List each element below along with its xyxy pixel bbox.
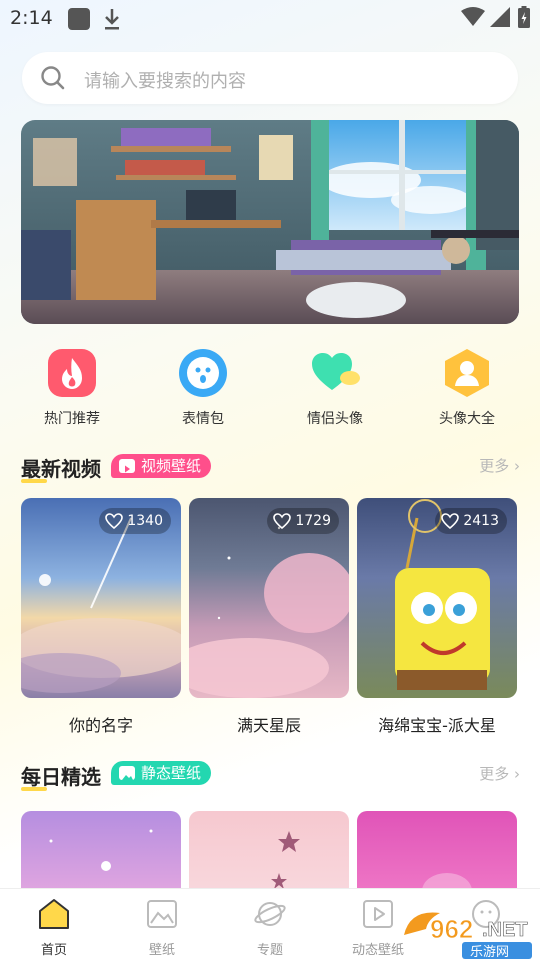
banner-carousel[interactable] xyxy=(21,120,519,324)
badge-label: 视频壁纸 xyxy=(141,457,202,475)
person-hexagon-icon xyxy=(442,348,492,398)
section-title-daily-picks: 每日精选 xyxy=(21,765,101,789)
like-count: 1340 xyxy=(99,508,171,534)
daily-picks-more-link[interactable]: 更多 › xyxy=(479,763,520,784)
heart-outline-icon xyxy=(105,513,124,529)
like-count: 1729 xyxy=(267,508,339,534)
search-input[interactable]: 请输入要搜索的内容 xyxy=(84,67,246,93)
emoji-face-icon xyxy=(178,348,228,398)
chevron-right-icon: › xyxy=(514,457,520,475)
nav-label: 专题 xyxy=(256,943,283,958)
nav-label: 壁纸 xyxy=(148,943,175,958)
category-avatars[interactable]: 头像大全 xyxy=(417,348,517,428)
section-underline xyxy=(21,787,47,791)
home-icon xyxy=(39,899,69,929)
nav-topics[interactable]: 专题 xyxy=(216,889,324,960)
svg-text:.NET: .NET xyxy=(482,919,528,941)
more-label: 更多 xyxy=(479,457,510,475)
nav-wallpaper[interactable]: 壁纸 xyxy=(108,889,216,960)
play-icon xyxy=(119,459,135,473)
chevron-right-icon: › xyxy=(514,765,520,783)
planet-icon xyxy=(254,902,286,926)
category-label: 热门推荐 xyxy=(44,411,100,427)
video-card-title: 你的名字 xyxy=(68,716,133,735)
search-bar[interactable]: 请输入要搜索的内容 xyxy=(22,52,518,104)
svg-text:乐游网: 乐游网 xyxy=(470,945,509,960)
video-card-starry-sky[interactable]: 1729 xyxy=(189,498,349,698)
video-card-title: 海绵宝宝-派大星 xyxy=(378,716,496,735)
category-label: 头像大全 xyxy=(439,411,495,427)
svg-text:962: 962 xyxy=(430,914,473,944)
category-emoji[interactable]: 表情包 xyxy=(153,348,253,428)
video-card-title: 满天星辰 xyxy=(236,716,301,735)
banner-image xyxy=(21,120,519,324)
category-label: 表情包 xyxy=(182,411,224,427)
heart-outline-icon xyxy=(441,513,460,529)
badge-label: 静态壁纸 xyxy=(141,764,202,782)
video-wallpaper-badge: 视频壁纸 xyxy=(111,454,212,478)
category-couple-avatar[interactable]: 情侣头像 xyxy=(285,348,385,428)
wifi-icon xyxy=(461,7,485,26)
category-label: 情侣头像 xyxy=(307,411,363,427)
nav-home[interactable]: 首页 xyxy=(0,889,108,960)
static-wallpaper-badge: 静态壁纸 xyxy=(111,761,212,785)
video-card-your-name[interactable]: 1340 xyxy=(21,498,181,698)
signal-icon xyxy=(490,7,510,27)
nav-label: 首页 xyxy=(40,943,67,958)
site-watermark-logo: 962 .NET 乐游网 xyxy=(404,912,532,960)
section-underline xyxy=(21,479,47,483)
download-icon xyxy=(105,9,119,30)
fire-icon xyxy=(47,348,97,398)
video-card-spongebob[interactable]: 2413 xyxy=(357,498,517,698)
video-play-icon xyxy=(363,900,393,928)
image-icon xyxy=(119,766,135,780)
section-title-latest-video: 最新视频 xyxy=(21,457,101,481)
latest-video-more-link[interactable]: 更多 › xyxy=(479,455,520,476)
like-count-value: 2413 xyxy=(463,513,499,529)
image-icon xyxy=(147,900,177,928)
app-notification-icon xyxy=(68,8,90,30)
like-count: 2413 xyxy=(435,508,507,534)
heart-outline-icon xyxy=(273,513,292,529)
heart-icon xyxy=(310,348,360,398)
category-hot[interactable]: 热门推荐 xyxy=(22,348,122,428)
battery-icon xyxy=(518,6,530,28)
more-label: 更多 xyxy=(479,765,510,783)
like-count-value: 1340 xyxy=(127,513,163,529)
status-bar: 2:14 xyxy=(0,0,540,38)
search-icon xyxy=(41,66,65,90)
status-time: 2:14 xyxy=(10,7,53,29)
like-count-value: 1729 xyxy=(295,513,331,529)
